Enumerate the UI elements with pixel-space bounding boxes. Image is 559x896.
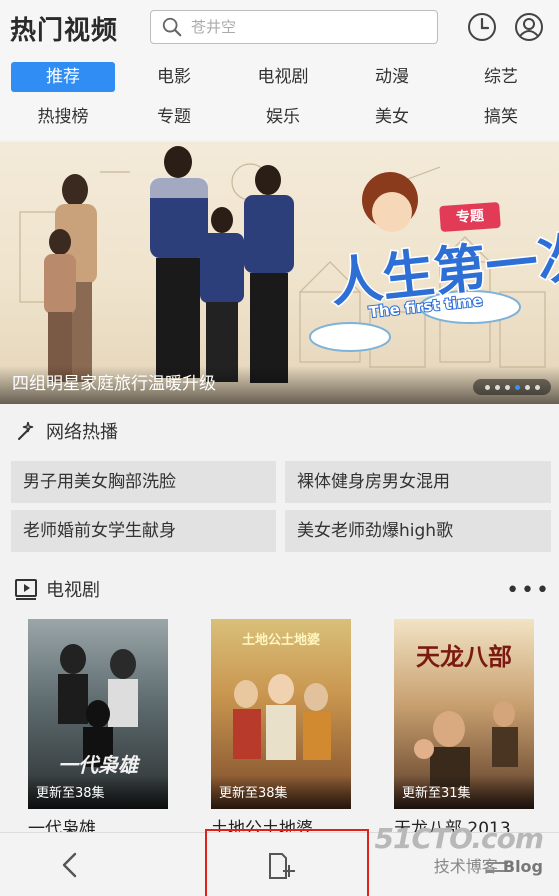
search-input[interactable]: [191, 18, 411, 36]
user-profile-icon[interactable]: [513, 11, 545, 43]
carousel-dot[interactable]: [504, 384, 510, 390]
hot-section-title: 网络热播: [46, 422, 118, 443]
category-tab-topics[interactable]: 专题: [122, 102, 226, 132]
carousel-dot[interactable]: [494, 384, 500, 390]
app-header: 热门视频: [0, 0, 559, 56]
search-icon: [162, 17, 182, 37]
magic-wand-icon: [18, 421, 34, 440]
hot-item[interactable]: 男子用美女胸部洗脸: [11, 461, 276, 503]
back-arrow-icon[interactable]: [58, 851, 82, 879]
category-tab-movie[interactable]: 电影: [122, 62, 226, 92]
category-tab-recommend[interactable]: 推荐: [11, 62, 115, 92]
episode-status: 更新至31集: [402, 786, 471, 801]
show-poster[interactable]: 土地公土地婆 更新至38集: [211, 619, 351, 809]
tv-section-header: 电视剧: [14, 576, 100, 602]
carousel-dot[interactable]: [484, 384, 490, 390]
show-poster[interactable]: 一代枭雄 更新至38集: [28, 619, 168, 809]
watermark-site: 51CTO.com: [374, 822, 544, 855]
category-tab-beauty[interactable]: 美女: [340, 102, 444, 132]
watermark-tagline: 技术博客 Blog: [375, 853, 543, 877]
watermark-blog: Blog: [502, 857, 543, 876]
banner-caption: 四组明星家庭旅行温暖升级: [12, 374, 216, 394]
carousel-dot[interactable]: [534, 384, 540, 390]
category-tab-funny[interactable]: 搞笑: [449, 102, 553, 132]
category-tab-anime[interactable]: 动漫: [340, 62, 444, 92]
episode-status: 更新至38集: [36, 786, 105, 801]
hot-item[interactable]: 老师婚前女学生献身: [11, 510, 276, 552]
poster-title-art: 土地公土地婆: [241, 633, 320, 648]
poster-title-art: 一代枭雄: [58, 753, 138, 777]
highlight-box: [205, 829, 369, 896]
carousel-dot-active[interactable]: [514, 384, 520, 390]
show-poster[interactable]: 天龙八部 更新至31集: [394, 619, 534, 809]
tv-section-title: 电视剧: [46, 580, 100, 601]
category-tab-variety[interactable]: 综艺: [449, 62, 553, 92]
watermark: 51CTO.com 技术博客 Blog: [374, 822, 544, 877]
poster-title-art: 天龙八部: [416, 643, 512, 671]
history-clock-icon[interactable]: [466, 11, 498, 43]
play-screen-icon: [15, 579, 37, 600]
hot-item[interactable]: 裸体健身房男女混用: [285, 461, 551, 503]
featured-banner[interactable]: 人生第一次 The first time 专题 四组明星家庭旅行温暖升级: [0, 142, 559, 404]
carousel-indicator: [473, 379, 551, 395]
banner-artwork: 人生第一次 The first time: [19, 146, 559, 383]
category-tab-entertainment[interactable]: 娱乐: [231, 102, 335, 132]
category-tab-tv[interactable]: 电视剧: [231, 62, 335, 92]
carousel-dot[interactable]: [524, 384, 530, 390]
category-tab-trending[interactable]: 热搜榜: [11, 102, 115, 132]
hot-section-header: 网络热播: [14, 418, 118, 444]
watermark-tagline-text: 技术博客: [433, 857, 498, 876]
category-nav: 推荐 电影 电视剧 动漫 综艺 热搜榜 专题 娱乐 美女 搞笑: [0, 56, 559, 140]
episode-status: 更新至38集: [219, 786, 288, 801]
more-options-icon[interactable]: •••: [506, 578, 551, 603]
hot-item[interactable]: 美女老师劲爆high歌: [285, 510, 551, 552]
search-box[interactable]: [150, 10, 438, 44]
topic-badge: 专题: [439, 201, 501, 233]
app-logo: 热门视频: [10, 15, 119, 46]
